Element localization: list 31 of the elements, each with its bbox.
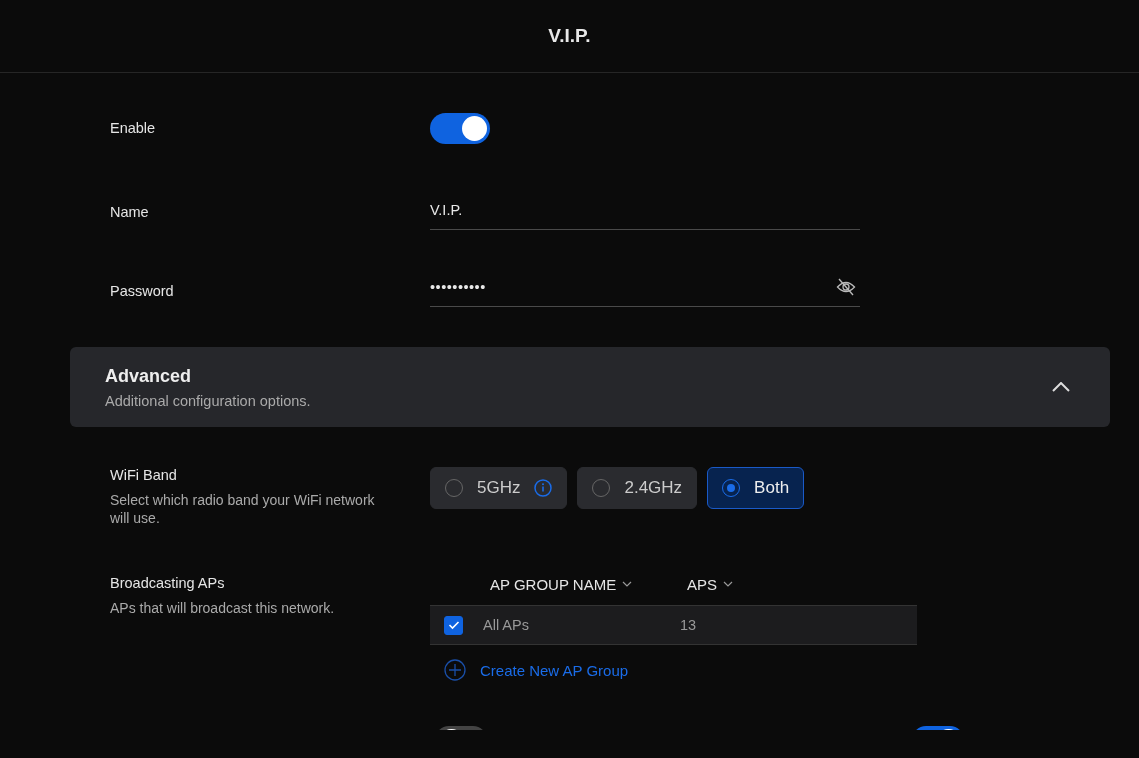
plus-circle-icon xyxy=(444,659,466,681)
radio-option[interactable]: 5GHz xyxy=(430,467,568,509)
sort-caret-icon xyxy=(622,581,633,587)
section-title: Advanced xyxy=(105,365,193,387)
chevron-icon xyxy=(1052,382,1070,392)
checkmark-icon xyxy=(447,620,460,630)
column-header[interactable]: AP GROUP NAME xyxy=(490,575,687,593)
table-cell: 13 xyxy=(680,617,697,633)
radio-option[interactable]: 2.4GHz xyxy=(577,467,698,509)
radio-option[interactable]: Both xyxy=(707,467,805,509)
sort-caret-icon xyxy=(723,581,733,587)
table-cell-text: All APs xyxy=(483,617,530,633)
toggle-switch[interactable] xyxy=(430,112,490,144)
field-label: Name xyxy=(110,203,150,220)
field-label: Password xyxy=(110,282,175,299)
info-icon[interactable] xyxy=(534,479,553,497)
name-input-field[interactable]: V.I.P. xyxy=(430,190,860,230)
field-description: APs that will broadcast this network. xyxy=(110,599,336,617)
password-input-field[interactable]: •••••••••• xyxy=(430,267,860,307)
section-subtitle: Additional configuration options. xyxy=(105,392,311,409)
field-label: Broadcasting APs xyxy=(110,575,226,591)
checkbox[interactable] xyxy=(444,615,463,635)
field-description: Select which radio band your WiFi network will use. xyxy=(110,491,376,527)
field-label: WiFi Band xyxy=(110,467,178,483)
table-row[interactable]: All APs 13 xyxy=(430,605,917,645)
field-label: Enable xyxy=(110,120,157,136)
page-title: V.I.P. xyxy=(548,25,591,47)
advanced-section-header[interactable]: Advanced Additional configuration options. xyxy=(70,347,1110,427)
hide-password-icon[interactable] xyxy=(836,277,856,296)
column-header[interactable]: APS xyxy=(687,575,733,593)
create-group-link[interactable]: Create New AP Group xyxy=(444,659,629,681)
